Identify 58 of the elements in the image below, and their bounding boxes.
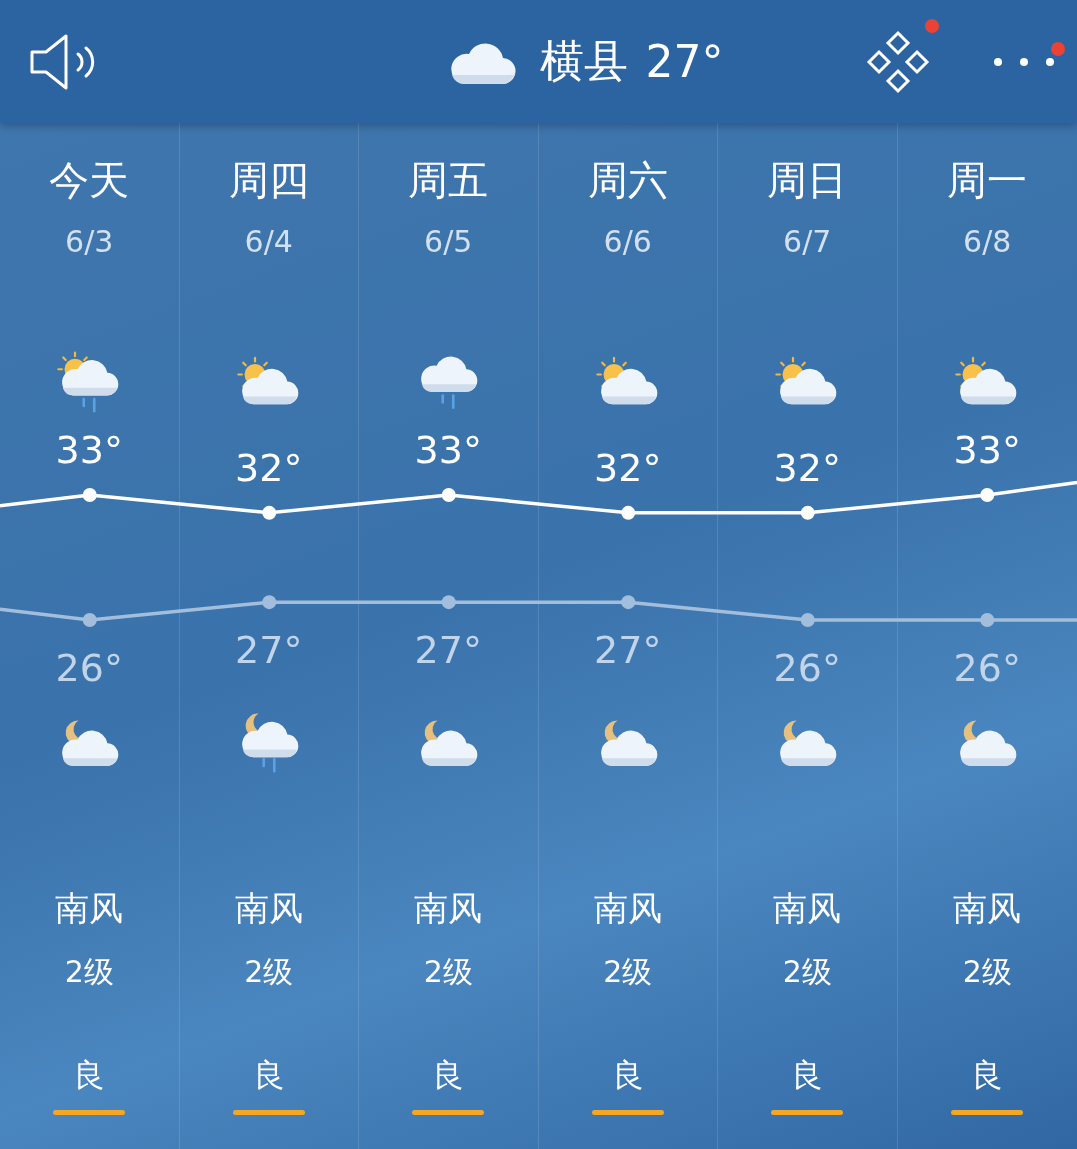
data-point	[262, 505, 277, 520]
date-label: 6/7	[783, 224, 832, 260]
wind-direction: 南风	[953, 888, 1022, 928]
air-quality: 良	[432, 1057, 465, 1093]
date-label: 6/4	[244, 224, 293, 260]
high-temperature: 33°	[54, 428, 124, 472]
date-label: 6/3	[65, 224, 114, 260]
wind-direction: 南风	[234, 888, 303, 928]
data-point	[82, 613, 97, 627]
air-quality: 良	[252, 1057, 285, 1093]
day-name: 周五	[408, 158, 489, 202]
air-quality: 良	[791, 1057, 824, 1093]
high-temperature: 32°	[234, 445, 304, 490]
date-label: 6/6	[603, 224, 652, 260]
wind-direction: 南风	[55, 888, 124, 928]
data-point	[800, 505, 815, 520]
data-point	[441, 488, 456, 502]
wind-level: 2级	[603, 954, 653, 990]
low-temperature: 27°	[593, 628, 663, 673]
day-name: 周四	[228, 158, 309, 202]
air-quality: 良	[971, 1057, 1004, 1093]
wind-level: 2级	[962, 954, 1012, 990]
high-temperature: 33°	[952, 428, 1022, 472]
data-point	[621, 595, 636, 610]
low-temperature: 26°	[54, 646, 124, 690]
high-temperature: 32°	[593, 445, 663, 490]
day-name: 周日	[767, 158, 848, 202]
low-temperature: 27°	[413, 628, 483, 673]
wind-direction: 南风	[773, 888, 842, 928]
wind-direction: 南风	[414, 888, 483, 928]
data-point	[980, 613, 995, 627]
data-point	[441, 595, 456, 610]
low-temperature: 27°	[234, 628, 304, 673]
wind-direction: 南风	[593, 888, 662, 928]
low-temperature: 26°	[952, 646, 1022, 690]
apps-button[interactable]	[865, 28, 931, 95]
current-temperature: 27°	[645, 36, 724, 87]
wind-level: 2级	[244, 954, 294, 990]
wind-level: 2级	[423, 954, 473, 990]
low-temperature: 26°	[772, 646, 842, 690]
apps-icon	[865, 28, 931, 95]
wind-level: 2级	[64, 954, 114, 990]
air-quality: 良	[611, 1057, 644, 1093]
day-name: 周一	[947, 158, 1028, 202]
date-label: 6/8	[963, 224, 1012, 260]
data-point	[262, 595, 277, 610]
high-temperature: 33°	[413, 428, 483, 472]
data-point	[800, 613, 815, 627]
data-point	[621, 505, 636, 520]
data-point	[980, 488, 995, 502]
day-name: 今天	[49, 158, 130, 202]
data-point	[82, 488, 97, 502]
day-name: 周六	[587, 158, 668, 202]
city-name: 横县	[539, 34, 628, 88]
date-label: 6/5	[424, 224, 473, 260]
air-quality: 良	[73, 1057, 106, 1093]
high-temperature: 32°	[772, 445, 842, 490]
wind-level: 2级	[782, 954, 832, 990]
